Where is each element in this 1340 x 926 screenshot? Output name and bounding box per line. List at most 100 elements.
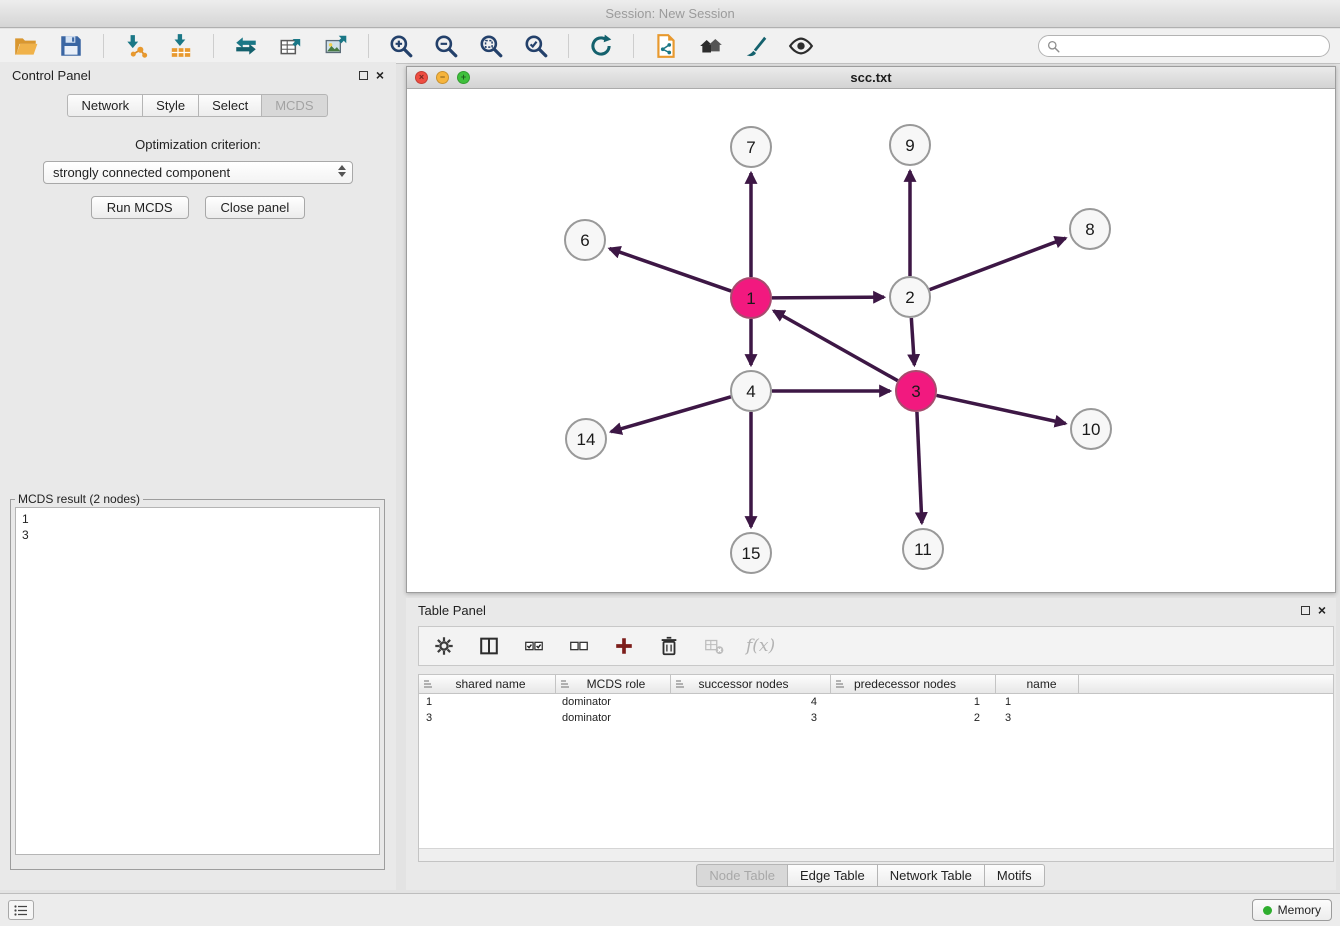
tab-network[interactable]: Network — [67, 94, 143, 117]
column-edit-icon — [560, 679, 570, 689]
mcds-result-title: MCDS result (2 nodes) — [15, 492, 143, 506]
float-panel-icon[interactable] — [359, 68, 368, 83]
show-columns-icon[interactable] — [476, 633, 502, 659]
graph-node-label-2: 2 — [905, 288, 914, 307]
style-brush-icon[interactable] — [740, 31, 772, 61]
cell-name[interactable]: 3 — [996, 710, 1079, 726]
float-table-panel-icon[interactable] — [1301, 603, 1310, 618]
import-network-icon[interactable] — [120, 31, 152, 61]
optimization-criterion-dropdown[interactable]: strongly connected component — [43, 161, 353, 184]
cell-successor-nodes[interactable]: 4 — [671, 694, 831, 710]
cell-mcds-role[interactable]: dominator — [556, 694, 671, 710]
optimization-criterion-label: Optimization criterion: — [0, 137, 396, 152]
column-header-predecessor-nodes[interactable]: predecessor nodes — [831, 675, 996, 693]
network-view-window: × − + scc.txt 7968124314101511 — [406, 66, 1336, 593]
ndex-home-icon[interactable] — [695, 31, 727, 61]
control-panel: Control Panel × Network Style Select MCD… — [0, 62, 396, 890]
zoom-selected-icon[interactable] — [520, 31, 552, 61]
cell-shared-name[interactable]: 1 — [419, 694, 556, 710]
control-panel-tabs: Network Style Select MCDS — [0, 94, 396, 117]
column-edit-icon — [423, 679, 433, 689]
zoom-in-icon[interactable] — [385, 31, 417, 61]
tab-style[interactable]: Style — [142, 94, 199, 117]
tab-edge-table[interactable]: Edge Table — [787, 864, 878, 887]
maximize-window-icon[interactable]: + — [457, 71, 470, 84]
cell-successor-nodes[interactable]: 3 — [671, 710, 831, 726]
column-header-successor-nodes[interactable]: successor nodes — [671, 675, 831, 693]
graph-edge-3-11[interactable] — [917, 412, 922, 523]
network-document-icon[interactable] — [650, 31, 682, 61]
network-canvas[interactable]: 7968124314101511 — [407, 89, 1335, 592]
close-panel-icon[interactable]: × — [376, 68, 384, 82]
graph-edge-1-6[interactable] — [610, 249, 732, 291]
network-window-title: scc.txt — [407, 70, 1335, 85]
node-table: shared name MCDS role successor nodes pr… — [418, 674, 1334, 862]
close-table-panel-icon[interactable]: × — [1318, 603, 1326, 617]
graph-edge-4-14[interactable] — [611, 397, 731, 432]
export-image-icon[interactable] — [320, 31, 352, 61]
search-input[interactable] — [1065, 39, 1321, 53]
mcds-result-text[interactable]: 1 3 — [15, 507, 380, 855]
tab-motifs[interactable]: Motifs — [984, 864, 1045, 887]
graph-node-label-4: 4 — [746, 382, 755, 401]
close-panel-button[interactable]: Close panel — [205, 196, 306, 219]
search-icon — [1047, 40, 1060, 53]
refresh-icon[interactable] — [585, 31, 617, 61]
export-network-icon[interactable] — [230, 31, 262, 61]
memory-button[interactable]: Memory — [1252, 899, 1332, 921]
minimize-window-icon[interactable]: − — [436, 71, 449, 84]
cell-predecessor-nodes[interactable]: 1 — [831, 694, 996, 710]
mcds-result-group: MCDS result (2 nodes) 1 3 — [10, 492, 385, 870]
table-row[interactable]: 3 dominator 3 2 3 — [419, 710, 1333, 726]
status-bar: Memory — [0, 893, 1340, 926]
toolbar-separator — [213, 34, 214, 58]
tab-network-table[interactable]: Network Table — [877, 864, 985, 887]
network-graph[interactable]: 7968124314101511 — [407, 89, 1335, 592]
zoom-fit-icon[interactable] — [475, 31, 507, 61]
select-all-columns-icon[interactable] — [521, 633, 547, 659]
tab-node-table[interactable]: Node Table — [696, 864, 788, 887]
import-table-icon[interactable] — [165, 31, 197, 61]
graph-edge-2-3[interactable] — [911, 318, 914, 365]
run-mcds-button[interactable]: Run MCDS — [91, 196, 189, 219]
graph-edge-2-8[interactable] — [930, 238, 1066, 289]
task-history-icon[interactable] — [8, 900, 34, 920]
tab-mcds[interactable]: MCDS — [261, 94, 327, 117]
cell-predecessor-nodes[interactable]: 2 — [831, 710, 996, 726]
close-window-icon[interactable]: × — [415, 71, 428, 84]
export-table-icon[interactable] — [275, 31, 307, 61]
table-settings-gear-icon[interactable] — [431, 633, 457, 659]
graph-node-label-10: 10 — [1082, 420, 1101, 439]
graph-edge-3-1[interactable] — [774, 311, 898, 381]
show-hide-eye-icon[interactable] — [785, 31, 817, 61]
unselect-all-columns-icon[interactable] — [566, 633, 592, 659]
cell-shared-name[interactable]: 3 — [419, 710, 556, 726]
cell-name[interactable]: 1 — [996, 694, 1079, 710]
toolbar-separator — [568, 34, 569, 58]
column-header-filler — [1079, 675, 1333, 693]
horizontal-scrollbar[interactable] — [419, 848, 1333, 861]
save-session-icon[interactable] — [55, 31, 87, 61]
search-field[interactable] — [1038, 35, 1330, 57]
function-builder-icon[interactable]: f(x) — [746, 636, 775, 656]
graph-edge-1-2[interactable] — [772, 297, 884, 298]
graph-node-label-8: 8 — [1085, 220, 1094, 239]
tab-select[interactable]: Select — [198, 94, 262, 117]
table-toolbar: f(x) — [418, 626, 1334, 666]
graph-node-label-7: 7 — [746, 138, 755, 157]
zoom-out-icon[interactable] — [430, 31, 462, 61]
graph-edge-3-10[interactable] — [937, 395, 1066, 423]
dropdown-value: strongly connected component — [53, 165, 230, 180]
table-row[interactable]: 1 dominator 4 1 1 — [419, 694, 1333, 710]
create-column-plus-icon[interactable] — [611, 633, 637, 659]
cell-mcds-role[interactable]: dominator — [556, 710, 671, 726]
graph-node-label-15: 15 — [742, 544, 761, 563]
delete-column-icon[interactable] — [701, 633, 727, 659]
toolbar-separator — [633, 34, 634, 58]
delete-trash-icon[interactable] — [656, 633, 682, 659]
column-header-shared-name[interactable]: shared name — [419, 675, 556, 693]
column-header-mcds-role[interactable]: MCDS role — [556, 675, 671, 693]
network-window-titlebar[interactable]: × − + scc.txt — [407, 67, 1335, 89]
open-session-icon[interactable] — [10, 31, 42, 61]
column-header-name[interactable]: name — [996, 675, 1079, 693]
